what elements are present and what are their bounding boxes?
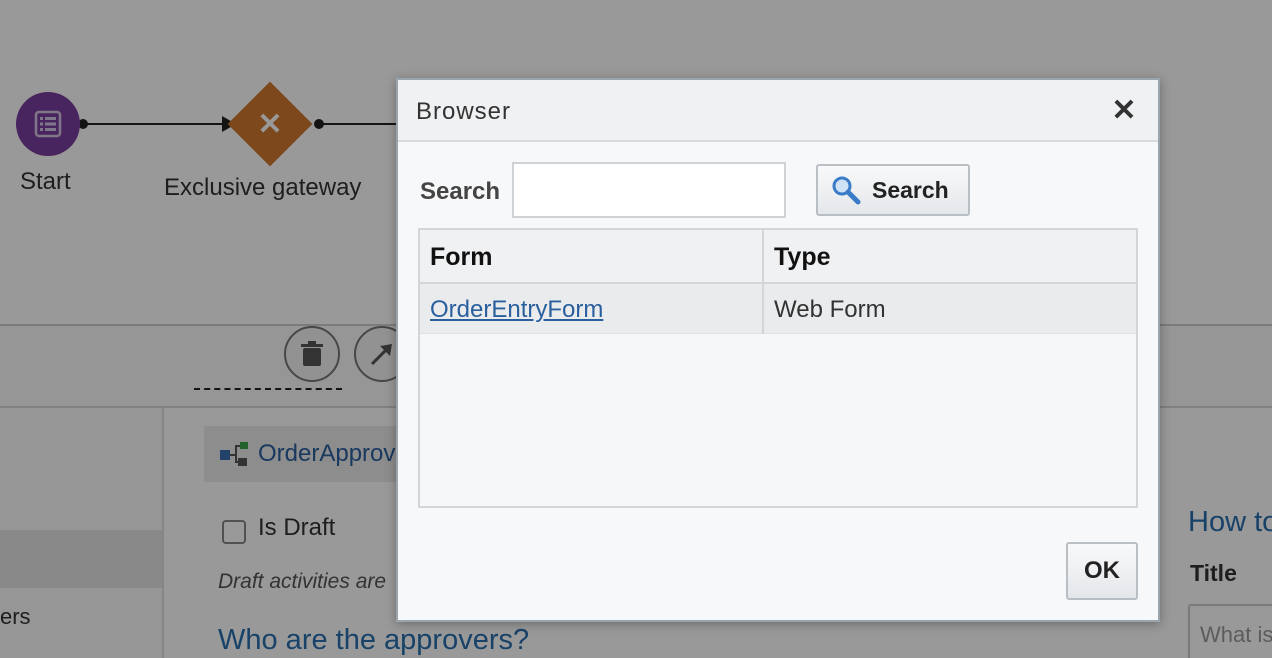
close-icon[interactable]: ✕	[1108, 94, 1140, 127]
dialog-header: Browser ✕	[398, 80, 1158, 142]
search-label: Search	[420, 178, 501, 205]
table-row[interactable]: OrderEntryForm Web Form	[420, 284, 1136, 334]
form-link[interactable]: OrderEntryForm	[430, 296, 603, 324]
ok-button[interactable]: OK	[1066, 542, 1138, 600]
form-type: Web Form	[774, 296, 886, 323]
column-divider	[762, 230, 764, 334]
search-button-label: Search	[872, 176, 949, 203]
browser-dialog: Browser ✕ Search Search Form Type OrderE…	[396, 78, 1160, 622]
results-table: Form Type OrderEntryForm Web Form	[418, 228, 1138, 508]
search-icon	[832, 176, 861, 205]
search-input[interactable]	[512, 162, 786, 218]
column-header-form[interactable]: Form	[430, 243, 493, 272]
search-button[interactable]: Search	[816, 164, 970, 216]
table-header: Form Type	[420, 230, 1136, 284]
column-header-type[interactable]: Type	[774, 243, 831, 272]
dialog-title: Browser	[416, 98, 512, 125]
